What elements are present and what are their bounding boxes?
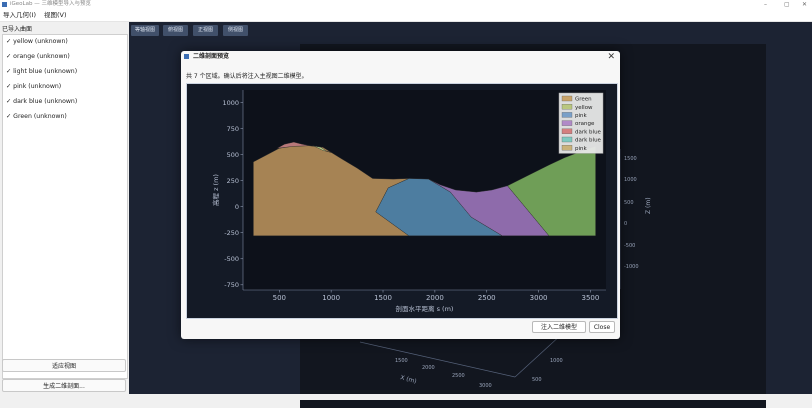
menu-bar: 导入几何(I) 视图(V) [0,9,812,22]
dialog-close-button[interactable]: Close [589,321,615,333]
x-tick-label: 1500 [374,294,392,302]
x-tick: 2500 [452,373,465,379]
z-tick: 1000 [624,177,637,183]
x-tick-label: 500 [273,294,286,302]
y-tick-label: 750 [227,125,239,133]
legend-label: pink [575,113,588,119]
y-tick-label: -500 [224,255,239,263]
maximize-button[interactable]: ▢ [784,0,790,9]
legend-label: yellow [575,105,593,111]
x-tick-label: 2500 [478,294,496,302]
side-view-button[interactable]: 侧视图 [223,25,248,36]
section-chart: 500 1000 1500 2000 2500 3000 3500 1000 750 500 250… [186,83,618,319]
surface-item-green[interactable]: ✓ Green (unknown) [6,113,67,120]
x-axis-label: 剖面水平距离 s (m) [396,304,454,313]
legend-label: dark blue [575,129,602,135]
surface-item-pink[interactable]: ✓ pink (unknown) [6,83,61,90]
surface-label: pink (unknown) [13,83,62,90]
legend-swatch [561,128,573,134]
x-tick: 1500 [395,358,408,364]
legend-label: orange [575,121,595,127]
inject-2d-model-button[interactable]: 注入二维模型 [532,321,586,333]
legend-swatch [561,145,573,151]
z-tick: -1000 [624,264,639,270]
app-icon [2,2,7,7]
z-tick: 1500 [624,156,637,162]
surface-label: light blue (unknown) [13,68,78,75]
window-title: iGeoLab — 三维模型导入与预览 [10,1,91,7]
y-tick-label: -250 [224,229,239,237]
x-tick-label: 2000 [426,294,444,302]
surface-item-light-blue[interactable]: ✓ light blue (unknown) [6,68,77,75]
surface-list: ✓ yellow (unknown) ✓ orange (unknown) ✓ … [2,34,128,379]
surface-label: dark blue (unknown) [13,98,78,105]
section-preview-dialog: 二维剖面预览 ✕ 共 7 个区域。确认后将注入主视图二维模型。 500 1000 1… [181,51,620,339]
y-tick-label: 1000 [222,99,239,107]
menu-import-geometry[interactable]: 导入几何(I) [3,9,36,21]
y-tick-label: -750 [224,281,239,289]
legend-swatch [561,112,573,118]
minimize-button[interactable]: – [764,0,767,9]
isometric-view-button[interactable]: 等轴视图 [131,25,159,36]
dialog-icon [184,54,189,59]
legend-swatch [561,120,573,126]
fit-view-button[interactable]: 适应视图 [2,359,126,372]
x-tick: 3000 [479,383,492,389]
legend-label: pink [575,146,588,152]
legend-swatch [561,136,573,143]
y-tick-label: 500 [227,151,239,159]
surface-item-dark-blue[interactable]: ✓ dark blue (unknown) [6,98,77,105]
legend-swatch [561,95,573,102]
y-axis-label: 高程 z (m) [211,174,220,206]
legend-label: dark blue [575,138,602,144]
surface-label: orange (unknown) [13,53,70,60]
legend-swatch [561,104,573,110]
menu-view[interactable]: 视图(V) [44,9,67,21]
y-tick: 500 [532,377,542,383]
check-icon: ✓ [6,38,12,45]
legend-label: Green [575,97,592,103]
surface-label: yellow (unknown) [13,38,68,45]
x-tick-label: 3500 [582,294,600,302]
x-tick-label: 1000 [322,294,340,302]
y-tick: 1000 [550,358,563,364]
top-view-button[interactable]: 俯视图 [163,25,188,36]
x-tick-label: 3000 [530,294,548,302]
x-axis-label: X (m) [399,374,417,385]
close-window-button[interactable]: ✕ [802,0,807,9]
check-icon: ✓ [6,68,12,75]
z-tick: -500 [624,243,635,249]
y-tick-label: 250 [227,177,239,185]
check-icon: ✓ [6,83,12,90]
close-icon[interactable]: ✕ [607,51,615,63]
surface-item-yellow[interactable]: ✓ yellow (unknown) [6,38,68,45]
z-tick: 0 [624,221,627,227]
dialog-title: 二维剖面预览 [193,53,230,60]
check-icon: ✓ [6,113,12,120]
z-tick: 500 [624,200,634,206]
generate-section-button[interactable]: 生成二维剖面... [2,379,126,392]
panel-header: 已导入曲面 [2,26,33,33]
y-tick-label: 0 [235,203,239,211]
dialog-info-text: 共 7 个区域。确认后将注入主视图二维模型。 [186,73,308,80]
title-bar: iGeoLab — 三维模型导入与预览 – ▢ ✕ [0,0,812,9]
check-icon: ✓ [6,98,12,105]
surface-label: Green (unknown) [13,113,67,120]
status-bar [0,394,812,400]
front-view-button[interactable]: 正视图 [193,25,218,36]
x-tick: 2000 [422,365,435,371]
imported-surfaces-panel: 已导入曲面 ✓ yellow (unknown) ✓ orange (unkno… [0,22,129,400]
z-axis-label: Z (m) [645,197,652,214]
surface-item-orange[interactable]: ✓ orange (unknown) [6,53,70,60]
check-icon: ✓ [6,53,12,60]
